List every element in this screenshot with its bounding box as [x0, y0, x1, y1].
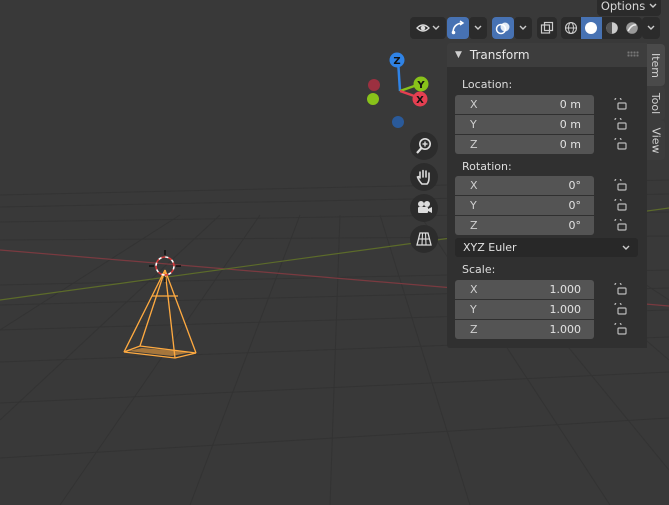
perspective-toggle-button[interactable] [410, 225, 438, 253]
axis-label: X [470, 98, 478, 111]
field-value: 1.000 [549, 303, 582, 316]
rotation-mode-value: XYZ Euler [463, 241, 517, 254]
camera-view-button[interactable] [410, 194, 438, 222]
location-y-field[interactable]: Y 0 m [455, 115, 594, 134]
rotation-z-field[interactable]: Z 0° [455, 216, 594, 235]
axis-label: Z [470, 219, 478, 232]
field-value: 0 m [559, 118, 581, 131]
chevron-down-icon [649, 3, 657, 8]
axis-label: X [470, 283, 478, 296]
options-dropdown[interactable]: Options [597, 0, 661, 16]
rotation-x-lock-icon[interactable] [613, 179, 627, 191]
field-value: 0° [568, 219, 582, 232]
overlays-toggle-button[interactable] [492, 17, 514, 39]
transform-panel-title: Transform [469, 48, 530, 62]
shading-dropdown[interactable] [642, 17, 660, 39]
xray-toggle-button[interactable] [537, 17, 557, 39]
tab-tool[interactable]: Tool [647, 86, 665, 120]
location-x-lock-icon[interactable] [613, 98, 627, 110]
location-y-lock-icon[interactable] [613, 118, 627, 130]
object-visibility-dropdown[interactable] [410, 17, 446, 39]
scale-y-lock-icon[interactable] [613, 303, 627, 315]
material-sphere-icon [605, 22, 618, 34]
field-value: 0° [568, 179, 582, 192]
axis-label: Z [470, 138, 478, 151]
rotation-y-field[interactable]: Y 0° [455, 196, 594, 215]
transform-panel: ▼ Transform Location: X 0 m Y 0 m Z 0 m … [447, 43, 647, 348]
drag-grip-icon[interactable] [627, 51, 639, 57]
gizmo-icon [451, 20, 465, 35]
zoom-magnifier-icon [416, 138, 431, 154]
pan-button[interactable] [410, 163, 438, 191]
scale-z-field[interactable]: Z 1.000 [455, 320, 594, 339]
axis-label: Y [470, 118, 477, 131]
gizmo-dropdown[interactable] [469, 17, 487, 39]
rotation-y-lock-icon[interactable] [613, 199, 627, 211]
axis-label: Y [470, 199, 477, 212]
camera-icon [418, 201, 432, 213]
rotation-mode-select[interactable]: XYZ Euler [455, 238, 638, 257]
chevron-down-icon [474, 25, 482, 30]
tab-item-label: Item [649, 52, 663, 78]
gizmo-toggle-button[interactable] [447, 17, 469, 39]
scale-z-lock-icon[interactable] [613, 323, 627, 335]
tab-item[interactable]: Item [647, 44, 665, 86]
scale-label: Scale: [462, 263, 496, 276]
axis-label: Z [470, 323, 478, 336]
tab-view-label: View [649, 126, 663, 154]
rendered-sphere-icon [626, 22, 638, 34]
tab-tool-label: Tool [649, 92, 663, 114]
field-value: 0° [568, 199, 582, 212]
options-label: Options [600, 0, 646, 13]
xray-icon [540, 21, 554, 34]
chevron-down-icon [622, 245, 630, 250]
camera-object[interactable] [123, 269, 197, 359]
grid-perspective-icon [416, 232, 432, 246]
zoom-button[interactable] [410, 132, 438, 160]
shading-mode-group [561, 17, 642, 39]
chevron-down-icon [647, 25, 655, 30]
rotation-label: Rotation: [462, 160, 512, 173]
location-label: Location: [462, 78, 513, 91]
solid-sphere-icon [585, 22, 598, 34]
field-value: 0 m [559, 98, 581, 111]
tab-view[interactable]: View [647, 120, 665, 160]
scale-x-lock-icon[interactable] [613, 283, 627, 295]
location-z-lock-icon[interactable] [613, 138, 627, 150]
collapse-triangle-icon: ▼ [455, 50, 462, 60]
axis-label: Y [470, 303, 477, 316]
material-preview-button[interactable] [602, 17, 622, 39]
location-x-field[interactable]: X 0 m [455, 95, 594, 114]
eye-icon [416, 24, 440, 32]
overlays-dropdown[interactable] [514, 17, 532, 39]
transform-panel-header[interactable]: ▼ Transform [447, 43, 647, 67]
rotation-z-lock-icon[interactable] [613, 219, 627, 231]
field-value: 0 m [559, 138, 581, 151]
location-z-field[interactable]: Z 0 m [455, 135, 594, 154]
solid-shading-button[interactable] [581, 17, 602, 39]
scale-x-field[interactable]: X 1.000 [455, 280, 594, 299]
field-value: 1.000 [549, 283, 582, 296]
rotation-x-field[interactable]: X 0° [455, 176, 594, 195]
scale-y-field[interactable]: Y 1.000 [455, 300, 594, 319]
overlays-icon [495, 22, 510, 35]
field-value: 1.000 [549, 323, 582, 336]
wireframe-sphere-icon [565, 21, 578, 35]
axis-label: X [470, 179, 478, 192]
chevron-down-icon [519, 25, 527, 30]
rendered-shading-button[interactable] [622, 17, 642, 39]
wireframe-shading-button[interactable] [561, 17, 581, 39]
hand-icon [416, 169, 430, 185]
